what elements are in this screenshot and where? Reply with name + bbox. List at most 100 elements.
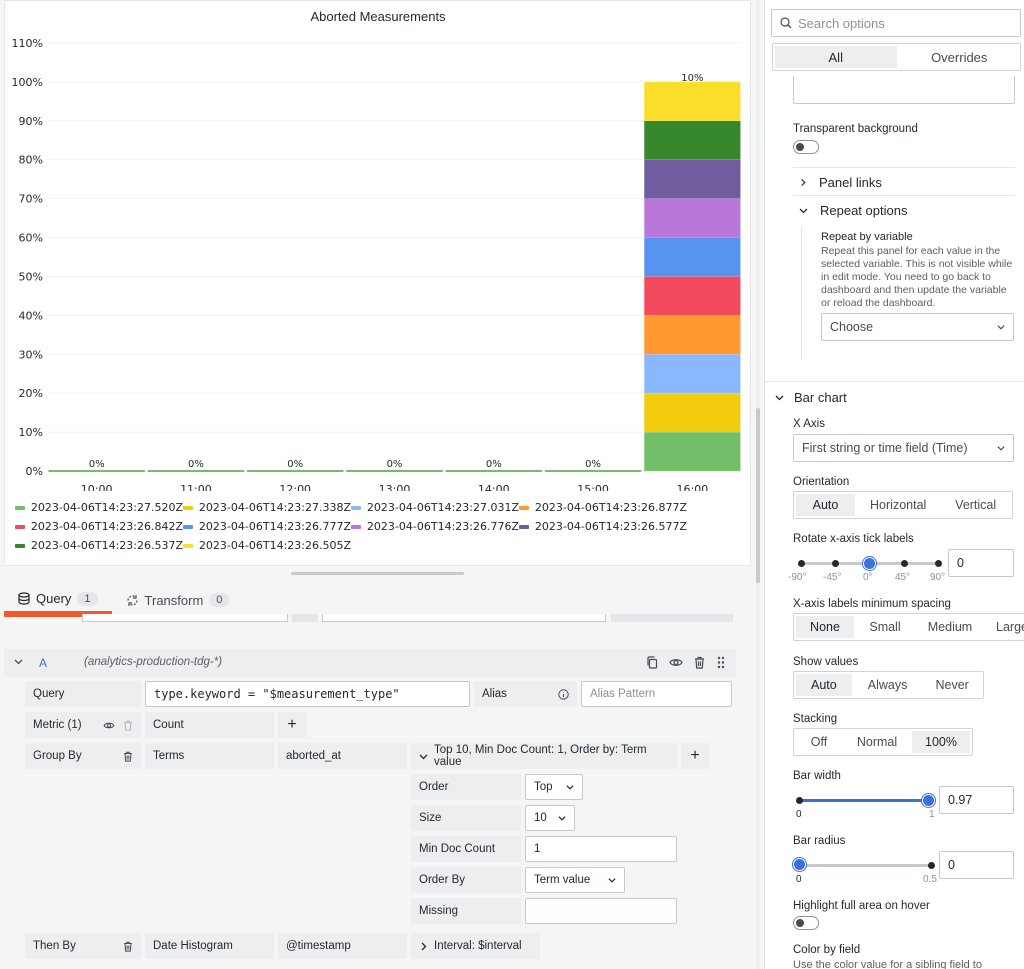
trash-icon[interactable] <box>694 656 705 669</box>
rotate-slider-thumb[interactable] <box>863 557 876 570</box>
thenby-type[interactable]: Date Histogram <box>145 933 274 959</box>
show-values-auto[interactable]: Auto <box>796 674 852 696</box>
bar-zero <box>247 470 344 472</box>
y-tick-label: 60% <box>19 232 43 245</box>
show-values-always[interactable]: Always <box>854 672 922 698</box>
legend-swatch <box>15 505 25 510</box>
legend-item[interactable]: 2023-04-06T14:23:26.842Z <box>15 520 183 533</box>
trash-icon[interactable] <box>123 751 133 762</box>
thenby-settings-toggle[interactable]: Interval: $interval <box>411 933 540 959</box>
description-textarea[interactable] <box>793 76 1015 104</box>
stacking-100[interactable]: 100% <box>912 731 970 753</box>
legend-item[interactable]: 2023-04-06T14:23:26.505Z <box>183 539 351 552</box>
chart-panel: Aborted Measurements 0% 10% 20% 30% 40% 50% 60… <box>4 0 751 566</box>
thenby-summary: Interval: $interval <box>434 940 522 952</box>
search-options-input[interactable]: Search options <box>771 9 1021 37</box>
legend-item[interactable]: 2023-04-06T14:23:27.520Z <box>15 501 183 514</box>
y-tick-label: 30% <box>19 348 43 361</box>
eye-icon[interactable] <box>103 720 115 731</box>
spacing-label: X-axis labels minimum spacing <box>793 598 951 610</box>
order-select[interactable]: Top <box>525 774 583 800</box>
spacing-small[interactable]: Small <box>856 614 914 640</box>
legend-item[interactable]: 2023-04-06T14:23:26.877Z <box>519 501 687 514</box>
tab-query-count: 1 <box>77 591 98 606</box>
query-input[interactable]: type.keyword = "$measurement_type" <box>145 681 470 707</box>
bar-radius-thumb[interactable] <box>793 858 806 871</box>
orientation-vertical[interactable]: Vertical <box>939 492 1012 518</box>
bar-radius-min: 0 <box>796 874 802 885</box>
size-select[interactable]: 10 <box>525 805 575 831</box>
bar-radius-track[interactable] <box>799 864 931 867</box>
order-by-select[interactable]: Term value <box>525 867 625 893</box>
add-metric-button[interactable]: + <box>278 712 306 738</box>
duplicate-icon[interactable] <box>646 656 658 669</box>
groupby-label: Group By <box>33 750 82 762</box>
query-row-header[interactable]: A (analytics-production-tdg-*) <box>4 649 736 677</box>
options-tabs: All Overrides <box>772 43 1021 71</box>
groupby-settings-toggle[interactable]: Top 10, Min Doc Count: 1, Order by: Term… <box>411 743 677 769</box>
legend-swatch <box>351 505 361 510</box>
bar-segment <box>643 198 741 238</box>
highlight-label: Highlight full area on hover <box>793 900 930 912</box>
y-tick-label: 70% <box>19 193 43 206</box>
orientation-auto[interactable]: Auto <box>796 494 855 516</box>
scrollbar-thumb[interactable] <box>756 408 760 583</box>
transparent-bg-toggle[interactable] <box>793 140 819 154</box>
bar-width-thumb[interactable] <box>922 794 935 807</box>
bar-radius-label: Bar radius <box>793 835 846 847</box>
repeat-options-section[interactable]: Repeat options <box>799 203 907 218</box>
legend-item[interactable]: 2023-04-06T14:23:27.338Z <box>183 501 351 514</box>
chevron-down-icon[interactable] <box>14 657 23 666</box>
rotate-tick: 90° <box>930 572 946 583</box>
highlight-toggle[interactable] <box>793 916 819 930</box>
trash-icon[interactable] <box>123 720 133 731</box>
stacking-normal[interactable]: Normal <box>844 729 910 755</box>
missing-input[interactable] <box>525 898 677 924</box>
bar-width-max: 1 <box>929 809 935 820</box>
orientation-horizontal[interactable]: Horizontal <box>857 492 939 518</box>
metric-type[interactable]: Count <box>145 712 274 738</box>
trash-icon[interactable] <box>123 941 133 952</box>
y-tick-label: 50% <box>19 270 43 283</box>
panel-resize-handle[interactable] <box>291 572 464 575</box>
bar-zero <box>445 470 542 472</box>
spacing-large[interactable]: Large <box>986 614 1024 640</box>
x-tick-label: 10:00 <box>81 483 113 491</box>
bar-radius-input[interactable]: 0 <box>939 851 1014 879</box>
tab-query[interactable]: Query 1 <box>4 586 112 614</box>
spacing-medium[interactable]: Medium <box>914 614 986 640</box>
repeat-variable-select[interactable]: Choose <box>821 313 1014 341</box>
query-ref-id[interactable]: A <box>39 656 47 670</box>
spacing-none[interactable]: None <box>796 616 854 638</box>
drag-handle-icon[interactable] <box>717 656 725 669</box>
x-axis-value: First string or time field (Time) <box>802 441 968 455</box>
groupby-field[interactable]: aborted_at <box>278 743 407 769</box>
eye-icon[interactable] <box>669 657 683 668</box>
add-groupby-button[interactable]: + <box>681 743 709 769</box>
bar-zero <box>544 470 642 472</box>
thenby-field[interactable]: @timestamp <box>278 933 407 959</box>
stacking-off[interactable]: Off <box>794 729 844 755</box>
tab-all[interactable]: All <box>775 46 897 68</box>
alias-input[interactable]: Alias Pattern <box>581 681 732 707</box>
bar-width-mark <box>796 797 803 804</box>
legend-item[interactable]: 2023-04-06T14:23:26.776Z <box>351 520 519 533</box>
bar-chart-section[interactable]: Bar chart <box>775 390 847 405</box>
legend-swatch <box>15 524 25 529</box>
panel-links-section[interactable]: Panel links <box>799 175 882 190</box>
groupby-type[interactable]: Terms <box>145 743 274 769</box>
chevron-down-icon <box>775 393 784 402</box>
tab-overrides[interactable]: Overrides <box>899 44 1021 70</box>
show-values-never[interactable]: Never <box>921 672 983 698</box>
legend-item[interactable]: 2023-04-06T14:23:26.777Z <box>183 520 351 533</box>
x-axis-select[interactable]: First string or time field (Time) <box>793 434 1014 462</box>
legend-item[interactable]: 2023-04-06T14:23:27.031Z <box>351 501 519 514</box>
bar-width-fill <box>799 799 925 802</box>
rotate-input[interactable]: 0 <box>948 549 1014 577</box>
spacing-radio: None Small Medium Large <box>793 613 1024 641</box>
legend-item[interactable]: 2023-04-06T14:23:26.537Z <box>15 539 183 552</box>
bar-width-input[interactable]: 0.97 <box>939 786 1014 814</box>
legend-item[interactable]: 2023-04-06T14:23:26.577Z <box>519 520 687 533</box>
min-doc-count-input[interactable]: 1 <box>525 836 677 862</box>
tab-transform[interactable]: Transform 0 <box>112 586 244 614</box>
